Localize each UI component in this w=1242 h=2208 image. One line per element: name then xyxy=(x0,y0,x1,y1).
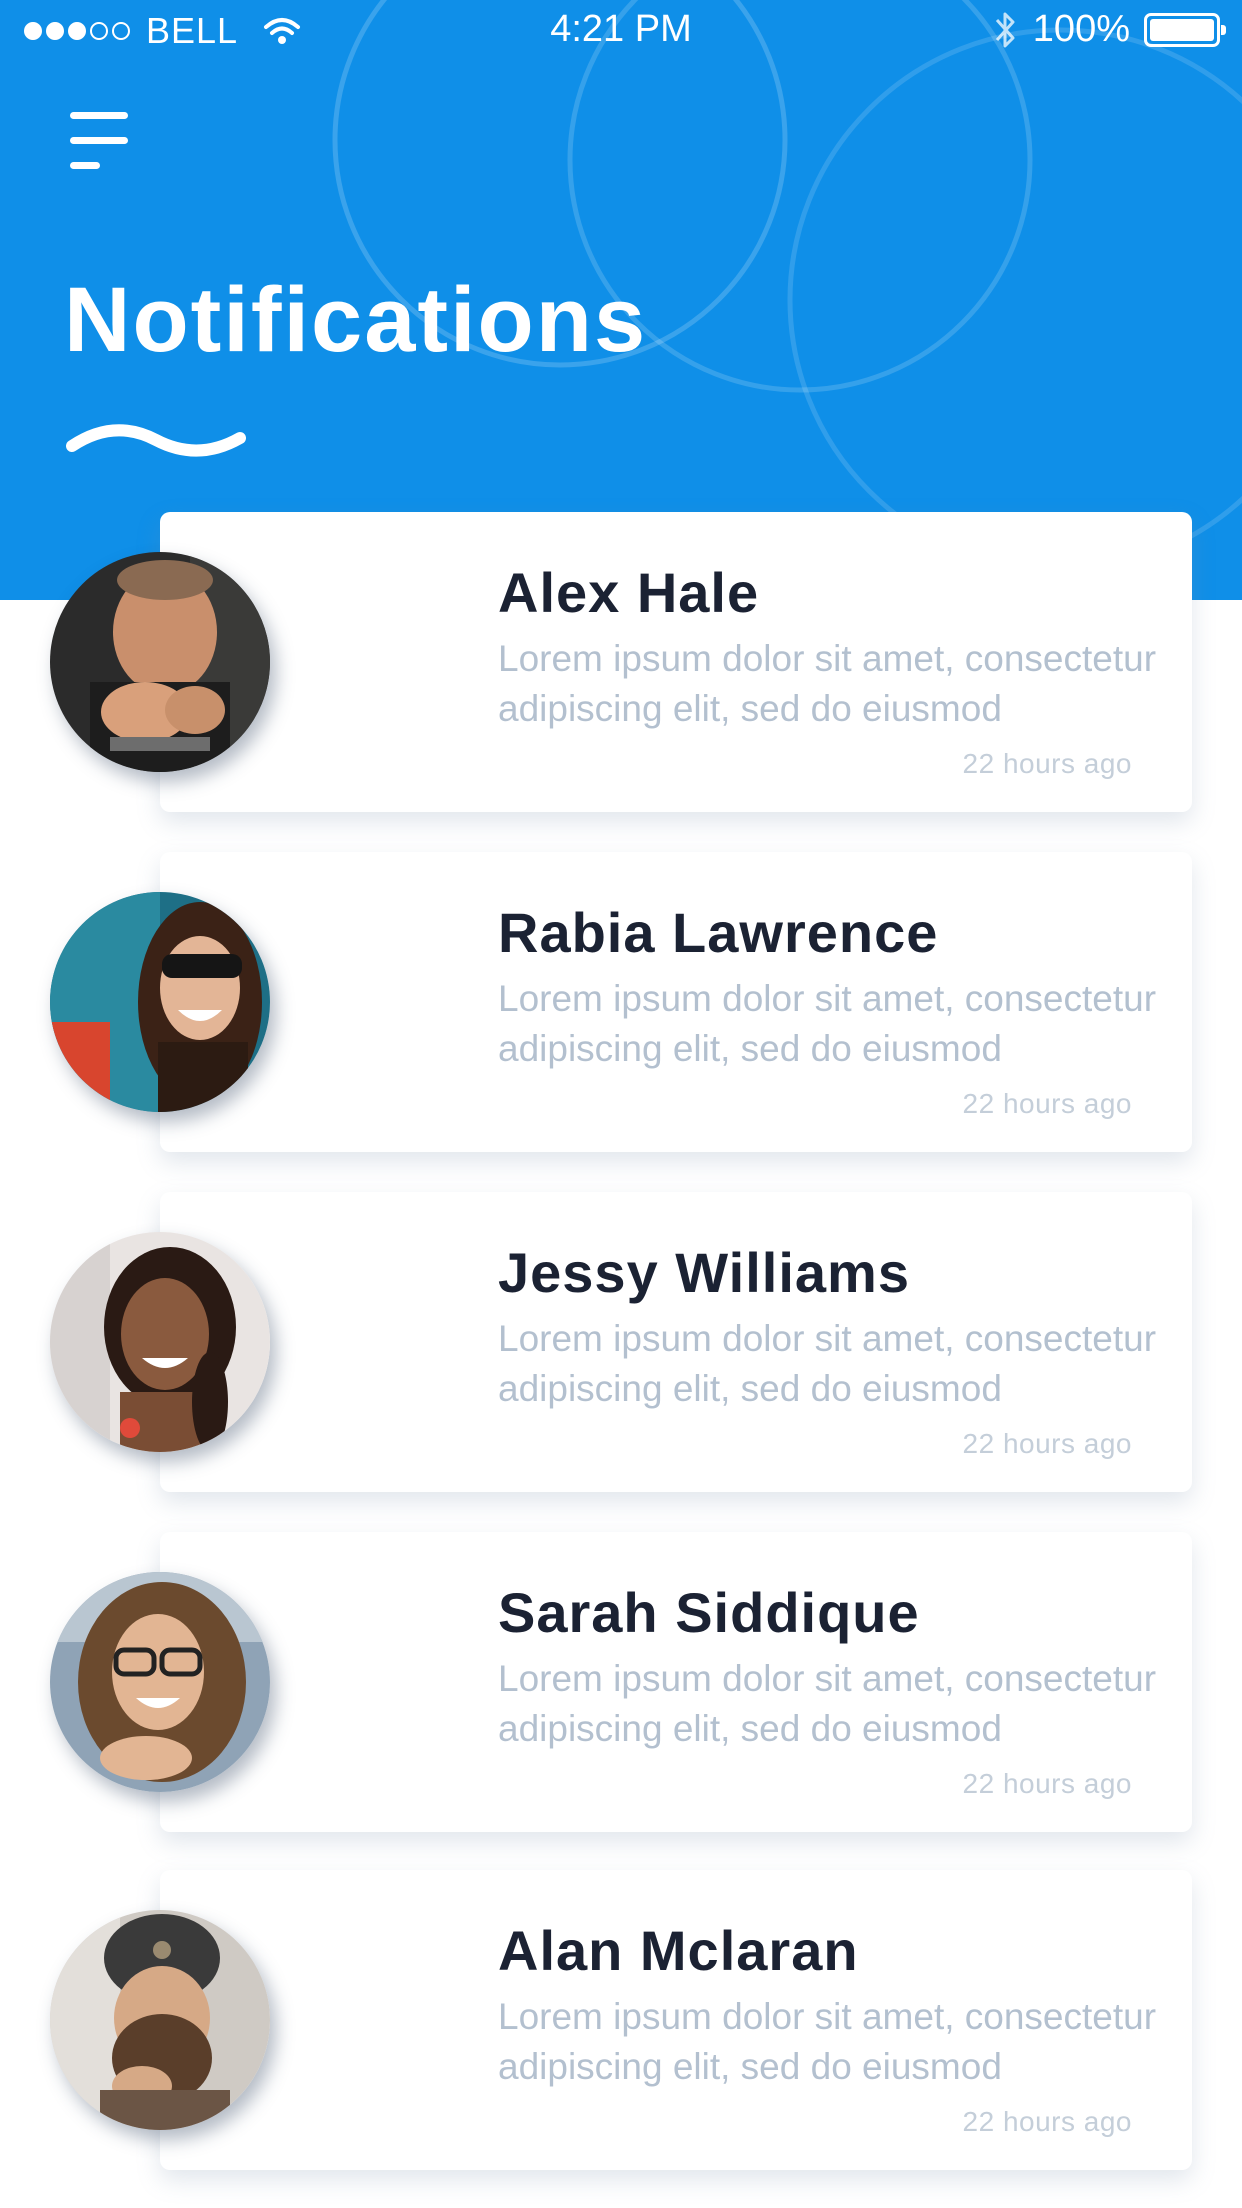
notification-item[interactable]: Jessy Williams Lorem ipsum dolor sit ame… xyxy=(0,1192,1242,1492)
notification-name: Alex Hale xyxy=(498,561,760,624)
notifications-screen: BELL 4:21 PM 100% Notifications Alex Hal… xyxy=(0,0,1242,2208)
battery-percentage: 100% xyxy=(1032,8,1130,50)
notification-item[interactable]: Alex Hale Lorem ipsum dolor sit amet, co… xyxy=(0,512,1242,812)
notification-name: Alan Mclaran xyxy=(498,1919,859,1982)
notification-name: Sarah Siddique xyxy=(498,1581,920,1644)
notification-card[interactable]: Alan Mclaran Lorem ipsum dolor sit amet,… xyxy=(160,1870,1192,2170)
notification-card[interactable]: Rabia Lawrence Lorem ipsum dolor sit ame… xyxy=(160,852,1192,1152)
notification-time: 22 hours ago xyxy=(962,748,1132,779)
notification-card[interactable]: Jessy Williams Lorem ipsum dolor sit ame… xyxy=(160,1192,1192,1492)
menu-button[interactable] xyxy=(70,112,130,170)
notification-message: Lorem ipsum dolor sit amet, consectetur … xyxy=(498,1318,1157,1409)
avatar[interactable] xyxy=(50,1910,270,2130)
battery-icon xyxy=(1144,12,1226,47)
notification-item[interactable]: Rabia Lawrence Lorem ipsum dolor sit ame… xyxy=(0,852,1242,1152)
page-title: Notifications xyxy=(64,269,648,371)
avatar[interactable] xyxy=(50,552,270,772)
notification-message: Lorem ipsum dolor sit amet, consectetur … xyxy=(498,638,1157,729)
notification-time: 22 hours ago xyxy=(962,1768,1132,1799)
notification-item[interactable]: Alan Mclaran Lorem ipsum dolor sit amet,… xyxy=(0,1870,1242,2170)
header: BELL 4:21 PM 100% Notifications xyxy=(0,0,1242,600)
notification-message: Lorem ipsum dolor sit amet, consectetur … xyxy=(498,978,1157,1069)
notification-time: 22 hours ago xyxy=(962,1088,1132,1119)
notification-message: Lorem ipsum dolor sit amet, consectetur … xyxy=(498,1658,1157,1749)
wave-decoration xyxy=(66,424,246,457)
avatar[interactable] xyxy=(50,892,270,1112)
notification-card[interactable]: Alex Hale Lorem ipsum dolor sit amet, co… xyxy=(160,512,1192,812)
avatar[interactable] xyxy=(50,1232,270,1452)
notification-time: 22 hours ago xyxy=(962,2106,1132,2137)
notification-name: Jessy Williams xyxy=(498,1241,910,1304)
notification-time: 22 hours ago xyxy=(962,1428,1132,1459)
avatar[interactable] xyxy=(50,1572,270,1792)
status-bar: BELL 4:21 PM 100% xyxy=(0,0,1242,64)
notification-card[interactable]: Sarah Siddique Lorem ipsum dolor sit ame… xyxy=(160,1532,1192,1832)
notification-message: Lorem ipsum dolor sit amet, consectetur … xyxy=(498,1996,1157,2087)
notification-item[interactable]: Sarah Siddique Lorem ipsum dolor sit ame… xyxy=(0,1532,1242,1832)
notification-name: Rabia Lawrence xyxy=(498,901,939,964)
bluetooth-icon xyxy=(995,12,1015,47)
